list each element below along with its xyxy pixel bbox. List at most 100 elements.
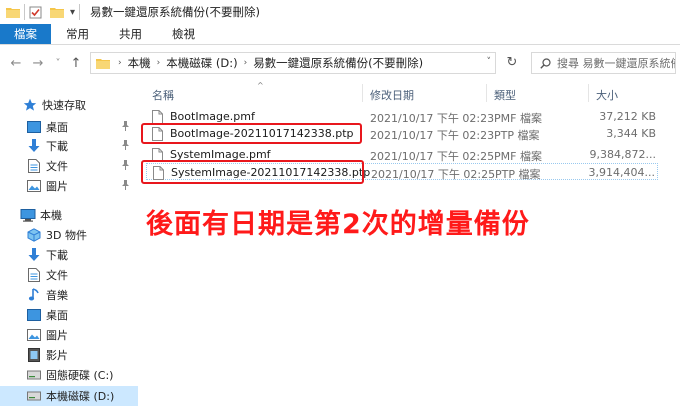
toolbar-divider — [24, 4, 25, 20]
sidebar-item-drive-d[interactable]: 本機磁碟 (D:) — [0, 386, 138, 406]
column-divider[interactable] — [362, 84, 363, 102]
sidebar-item-documents-pc[interactable]: 文件 — [0, 265, 138, 285]
sidebar-item-label: 桌面 — [46, 309, 68, 322]
toolbar-divider — [79, 4, 81, 20]
pin-icon — [121, 180, 130, 193]
quick-access-toolbar: ▾ — [0, 0, 84, 24]
sidebar-item-3d-objects[interactable]: 3D 物件 — [0, 225, 138, 245]
breadcrumb-drive-d[interactable]: 本機磁碟 (D:) — [166, 55, 237, 71]
title-bar: ▾ 易數一鍵還原系統備份(不要刪除) — [0, 0, 680, 24]
forward-button[interactable]: → — [28, 53, 48, 73]
sidebar-item-documents[interactable]: 文件 — [0, 156, 138, 176]
sidebar-item-label: 固態硬碟 (C:) — [46, 369, 114, 382]
new-folder-icon[interactable] — [50, 6, 64, 18]
column-header-modified[interactable]: 修改日期 — [370, 87, 414, 103]
file-type: PTP 檔案 — [494, 129, 540, 142]
desktop-icon — [26, 307, 42, 323]
navigation-pane: 快速存取 桌面 下載 文件 圖片 本機 3D 物件 下載 文件 音樂 桌面 圖片… — [0, 81, 138, 420]
sidebar-item-label: 本機磁碟 (D:) — [46, 390, 115, 403]
sidebar-item-label: 圖片 — [46, 329, 68, 342]
document-icon — [26, 267, 42, 283]
pin-icon — [121, 140, 130, 153]
recent-locations-button[interactable]: ˅ — [48, 53, 68, 73]
qat-dropdown-icon[interactable]: ▾ — [70, 7, 75, 18]
column-divider[interactable] — [588, 84, 589, 102]
file-size: 3,344 KB — [606, 127, 656, 140]
music-note-icon — [26, 287, 42, 303]
ribbon-tabs: 檔案 常用 共用 檢視 — [0, 24, 680, 45]
sidebar-item-pictures[interactable]: 圖片 — [0, 176, 138, 196]
file-modified: 2021/10/17 下午 02:25 — [371, 168, 496, 181]
column-header-type[interactable]: 類型 — [494, 87, 516, 103]
sidebar-item-quick-access[interactable]: 快速存取 — [0, 95, 138, 115]
highlight-box — [141, 160, 364, 184]
file-type: PMF 檔案 — [494, 150, 542, 163]
sidebar-item-label: 3D 物件 — [46, 229, 87, 242]
sidebar-item-label: 桌面 — [46, 121, 68, 134]
sidebar-item-label: 影片 — [46, 349, 68, 362]
breadcrumb-separator: › — [118, 58, 122, 68]
properties-icon[interactable] — [29, 6, 42, 19]
breadcrumb-current-folder[interactable]: 易數一鍵還原系統備份(不要刪除) — [253, 55, 423, 71]
pictures-icon — [26, 327, 42, 343]
file-size: 37,212 KB — [599, 110, 656, 123]
back-button[interactable]: ← — [6, 53, 26, 73]
file-name: BootImage.pmf — [170, 110, 255, 123]
file-modified: 2021/10/17 下午 02:25 — [370, 150, 495, 163]
file-type: PTP 檔案 — [495, 168, 541, 181]
address-dropdown-icon[interactable]: ˅ — [487, 57, 492, 67]
sidebar-item-desktop-pc[interactable]: 桌面 — [0, 305, 138, 325]
file-size: 9,384,872... — [589, 148, 656, 161]
sidebar-item-music[interactable]: 音樂 — [0, 285, 138, 305]
window-title: 易數一鍵還原系統備份(不要刪除) — [90, 5, 261, 19]
sidebar-item-downloads[interactable]: 下載 — [0, 136, 138, 156]
sidebar-item-label: 下載 — [46, 249, 68, 262]
sidebar-item-label: 本機 — [40, 209, 62, 222]
computer-icon — [20, 207, 36, 223]
sidebar-item-label: 文件 — [46, 160, 68, 173]
sidebar-item-videos[interactable]: 影片 — [0, 345, 138, 365]
sidebar-item-pictures-pc[interactable]: 圖片 — [0, 325, 138, 345]
sidebar-item-label: 快速存取 — [42, 99, 86, 112]
pin-icon — [121, 160, 130, 173]
up-button[interactable]: ↑ — [66, 53, 86, 73]
sort-indicator: ^ — [257, 81, 264, 90]
refresh-button[interactable]: ↻ — [502, 55, 522, 73]
sidebar-item-desktop[interactable]: 桌面 — [0, 117, 138, 137]
download-icon — [26, 138, 42, 154]
address-bar[interactable]: › 本機 › 本機磁碟 (D:) › 易數一鍵還原系統備份(不要刪除) ˅ — [90, 52, 496, 74]
file-modified: 2021/10/17 下午 02:23 — [370, 129, 495, 142]
drive-icon — [26, 388, 42, 404]
column-header-size[interactable]: 大小 — [596, 87, 618, 103]
search-icon — [540, 57, 551, 69]
tab-view[interactable]: 檢視 — [157, 24, 210, 44]
download-icon — [26, 247, 42, 263]
column-divider[interactable] — [486, 84, 487, 102]
sidebar-item-label: 下載 — [46, 140, 68, 153]
folder-icon — [6, 6, 20, 18]
tab-file[interactable]: 檔案 — [0, 24, 51, 44]
tab-share[interactable]: 共用 — [104, 24, 157, 44]
sidebar-item-this-pc[interactable]: 本機 — [0, 205, 138, 225]
video-icon — [26, 347, 42, 363]
sidebar-item-drive-c[interactable]: 固態硬碟 (C:) — [0, 365, 138, 385]
file-icon — [152, 109, 163, 124]
column-header-name[interactable]: 名稱 — [152, 87, 174, 103]
navigation-bar: ← → ˅ ↑ › 本機 › 本機磁碟 (D:) › 易數一鍵還原系統備份(不要… — [0, 45, 680, 81]
highlight-box — [141, 123, 362, 144]
sidebar-item-label: 音樂 — [46, 289, 68, 302]
pin-icon — [121, 121, 130, 134]
file-modified: 2021/10/17 下午 02:23 — [370, 112, 495, 125]
tab-home[interactable]: 常用 — [51, 24, 104, 44]
cube-icon — [26, 227, 42, 243]
search-input[interactable]: 搜尋 易數一鍵還原系統備... — [531, 52, 676, 74]
desktop-icon — [26, 119, 42, 135]
file-size: 3,914,404... — [588, 166, 655, 179]
folder-icon — [96, 57, 110, 69]
sidebar-item-downloads-pc[interactable]: 下載 — [0, 245, 138, 265]
sidebar-item-label: 文件 — [46, 269, 68, 282]
annotation-text: 後面有日期是第2次的增量備份 — [146, 209, 530, 240]
pictures-icon — [26, 178, 42, 194]
search-placeholder: 搜尋 易數一鍵還原系統備... — [557, 57, 675, 70]
breadcrumb-this-pc[interactable]: 本機 — [128, 55, 151, 71]
